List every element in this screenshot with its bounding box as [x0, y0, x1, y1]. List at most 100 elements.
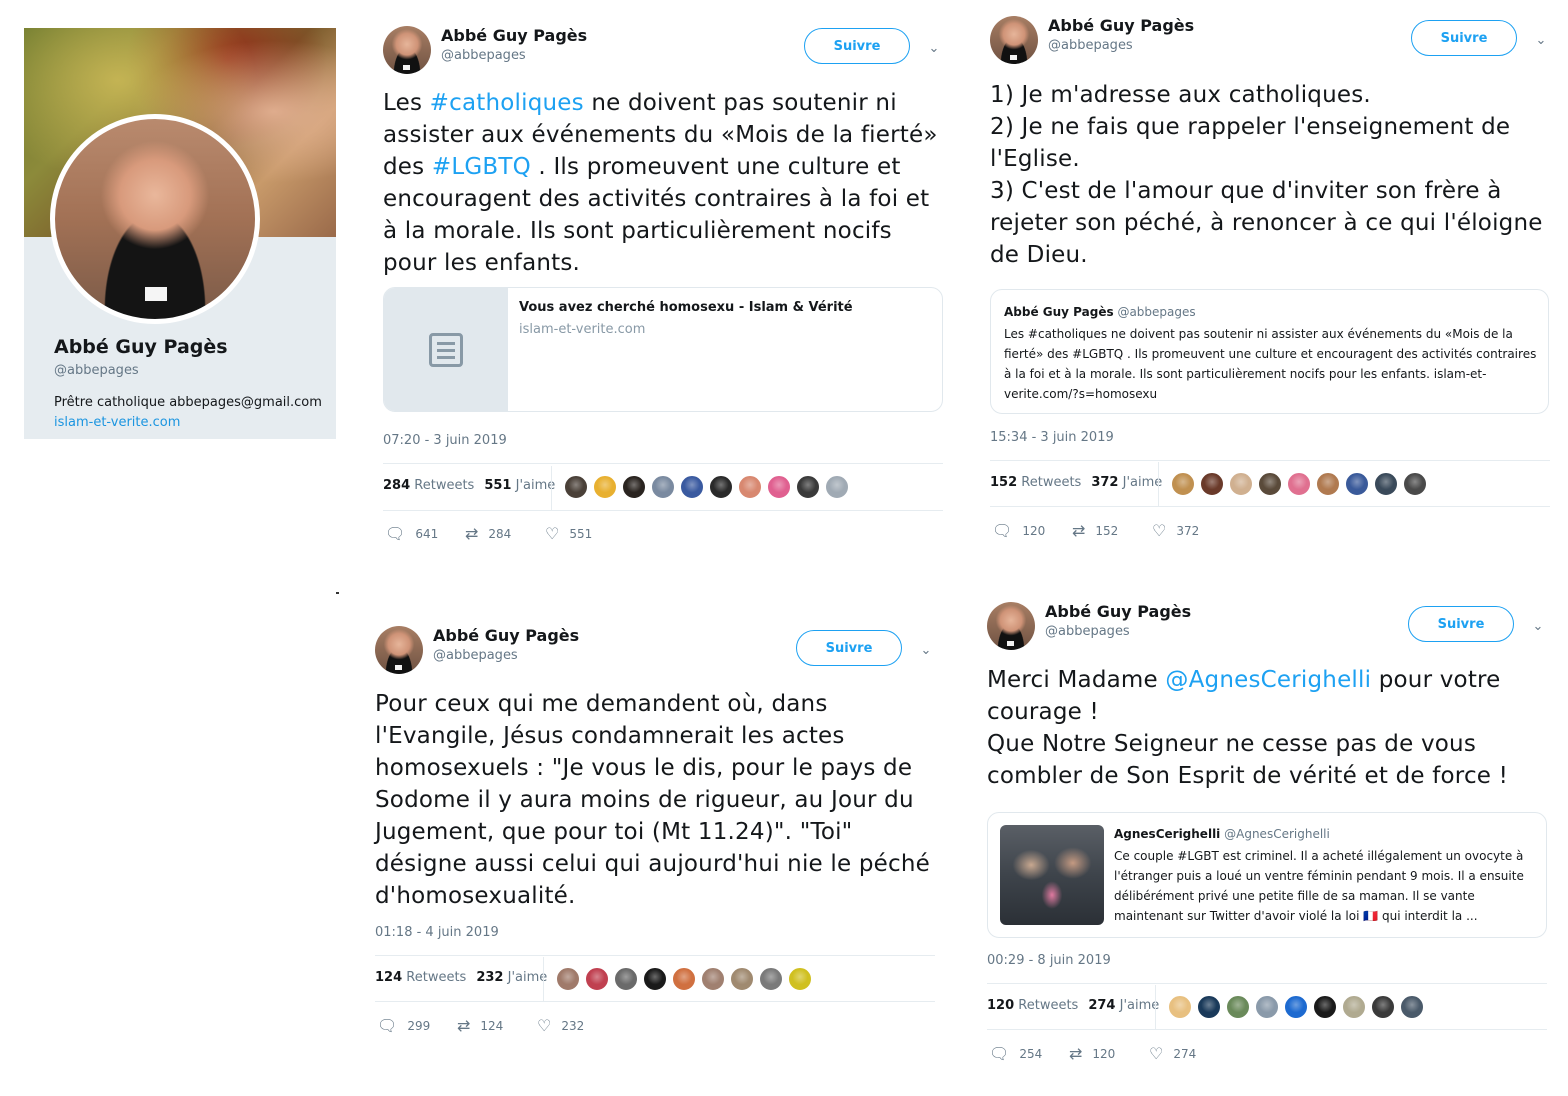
retweet-icon: ⇄ [465, 524, 479, 543]
liker-avatar[interactable] [1171, 472, 1195, 496]
liker-avatar[interactable] [651, 475, 675, 499]
liker-avatar[interactable] [1284, 995, 1308, 1019]
tweet-3: Abbé Guy Pagès @abbepages Suivre ⌄ Pour … [375, 626, 935, 1046]
chevron-down-icon[interactable]: ⌄ [1534, 33, 1548, 48]
liker-avatar[interactable] [614, 967, 638, 991]
quoted-tweet[interactable]: Abbé Guy Pagès @abbepages Les #catholiqu… [990, 289, 1549, 414]
like-count[interactable]: 232 J'aime [476, 970, 547, 985]
liker-avatar[interactable] [672, 967, 696, 991]
reply-button[interactable]: 🗨︎ 254 [989, 1044, 1069, 1063]
liker-avatar[interactable] [1400, 995, 1424, 1019]
chevron-down-icon[interactable]: ⌄ [919, 643, 933, 658]
liker-avatar[interactable] [585, 967, 609, 991]
quoted-tweet[interactable]: AgnesCerighelli @AgnesCerighelli Ce coup… [987, 812, 1547, 938]
tweet-timestamp[interactable]: 01:18 - 4 juin 2019 [375, 925, 499, 940]
liker-avatar[interactable] [709, 475, 733, 499]
follow-button[interactable]: Suivre [804, 28, 910, 64]
mention-link[interactable]: @AgnesCerighelli [1165, 667, 1371, 693]
link-card[interactable]: Vous avez cherché homosexu - Islam & Vér… [383, 287, 943, 412]
tweet-timestamp[interactable]: 15:34 - 3 juin 2019 [990, 430, 1114, 445]
tweet-avatar[interactable] [990, 16, 1038, 64]
reply-button[interactable]: 🗨︎ 120 [992, 521, 1072, 540]
liker-avatar[interactable] [1287, 472, 1311, 496]
liker-avatar[interactable] [1255, 995, 1279, 1019]
liker-avatar[interactable] [1403, 472, 1427, 496]
tweet-author-name[interactable]: Abbé Guy Pagès [433, 626, 579, 645]
liker-avatar[interactable] [796, 475, 820, 499]
like-button[interactable]: ♡ 274 [1149, 1044, 1229, 1063]
liker-avatar[interactable] [1229, 472, 1253, 496]
tweet-author-handle[interactable]: @abbepages [1048, 38, 1133, 53]
profile-handle[interactable]: @abbepages [54, 363, 139, 378]
liker-avatar[interactable] [767, 475, 791, 499]
like-button[interactable]: ♡ 232 [537, 1016, 617, 1035]
reply-icon: 🗨︎ [992, 521, 1013, 540]
tweet-actions: 🗨︎ 641 ⇄ 284 ♡ 551 [385, 524, 625, 543]
liker-avatar[interactable] [622, 475, 646, 499]
tweet-author-name[interactable]: Abbé Guy Pagès [1045, 602, 1191, 621]
liker-avatar[interactable] [1226, 995, 1250, 1019]
tweet-author-handle[interactable]: @abbepages [1045, 624, 1130, 639]
liker-avatar[interactable] [564, 475, 588, 499]
liker-avatar[interactable] [680, 475, 704, 499]
tweet-timestamp[interactable]: 07:20 - 3 juin 2019 [383, 433, 507, 448]
retweet-icon: ⇄ [1072, 521, 1086, 540]
liker-avatar[interactable] [759, 967, 783, 991]
hashtag-link[interactable]: #LGBTQ [432, 154, 531, 180]
retweet-button[interactable]: ⇄ 120 [1069, 1044, 1149, 1063]
liker-avatar[interactable] [1374, 472, 1398, 496]
heart-icon: ♡ [537, 1016, 552, 1035]
liker-avatar[interactable] [738, 475, 762, 499]
tweet-author-name[interactable]: Abbé Guy Pagès [1048, 16, 1194, 35]
liker-avatar[interactable] [593, 475, 617, 499]
liker-avatar[interactable] [1345, 472, 1369, 496]
like-count[interactable]: 372 J'aime [1091, 475, 1162, 490]
hashtag-link[interactable]: #catholiques [430, 90, 584, 116]
follow-button[interactable]: Suivre [796, 630, 902, 666]
retweet-button[interactable]: ⇄ 152 [1072, 521, 1152, 540]
retweet-count[interactable]: 152 Retweets [990, 475, 1081, 490]
tweet-author-name[interactable]: Abbé Guy Pagès [441, 26, 587, 45]
liker-avatar[interactable] [1342, 995, 1366, 1019]
profile-name[interactable]: Abbé Guy Pagès [54, 336, 228, 358]
tweet-author-handle[interactable]: @abbepages [433, 648, 518, 663]
liker-avatar[interactable] [556, 967, 580, 991]
liker-avatar[interactable] [730, 967, 754, 991]
chevron-down-icon[interactable]: ⌄ [927, 41, 941, 56]
retweet-button[interactable]: ⇄ 284 [465, 524, 545, 543]
reply-button[interactable]: 🗨︎ 299 [377, 1016, 457, 1035]
like-count[interactable]: 274 J'aime [1088, 998, 1159, 1013]
liker-avatar[interactable] [1200, 472, 1224, 496]
tweet-author-handle[interactable]: @abbepages [441, 48, 526, 63]
liker-avatar[interactable] [788, 967, 812, 991]
like-button[interactable]: ♡ 551 [545, 524, 625, 543]
liker-avatar[interactable] [1371, 995, 1395, 1019]
reply-button[interactable]: 🗨︎ 641 [385, 524, 465, 543]
liker-avatar[interactable] [1313, 995, 1337, 1019]
tweet-timestamp[interactable]: 00:29 - 8 juin 2019 [987, 953, 1111, 968]
tweet-avatar[interactable] [987, 602, 1035, 650]
tweet-avatar[interactable] [383, 26, 431, 74]
liker-avatar[interactable] [1197, 995, 1221, 1019]
liker-avatar[interactable] [643, 967, 667, 991]
profile-avatar[interactable] [50, 114, 260, 324]
follow-button[interactable]: Suivre [1408, 606, 1514, 642]
tweet-text: 1) Je m'adresse aux catholiques. 2) Je n… [990, 82, 1543, 268]
liker-avatar[interactable] [1258, 472, 1282, 496]
tweet-avatar[interactable] [375, 626, 423, 674]
liker-avatar[interactable] [1316, 472, 1340, 496]
heart-icon: ♡ [545, 524, 560, 543]
retweet-count[interactable]: 124 Retweets [375, 970, 466, 985]
profile-website-link[interactable]: islam-et-verite.com [54, 415, 180, 430]
retweet-count[interactable]: 120 Retweets [987, 998, 1078, 1013]
quoted-tweet-text: Les #catholiques ne doivent pas soutenir… [1004, 327, 1537, 401]
liker-avatar[interactable] [701, 967, 725, 991]
like-count[interactable]: 551 J'aime [484, 478, 555, 493]
chevron-down-icon[interactable]: ⌄ [1531, 619, 1545, 634]
liker-avatar[interactable] [1168, 995, 1192, 1019]
like-button[interactable]: ♡ 372 [1152, 521, 1232, 540]
follow-button[interactable]: Suivre [1411, 20, 1517, 56]
retweet-count[interactable]: 284 Retweets [383, 478, 474, 493]
retweet-button[interactable]: ⇄ 124 [457, 1016, 537, 1035]
liker-avatar[interactable] [825, 475, 849, 499]
